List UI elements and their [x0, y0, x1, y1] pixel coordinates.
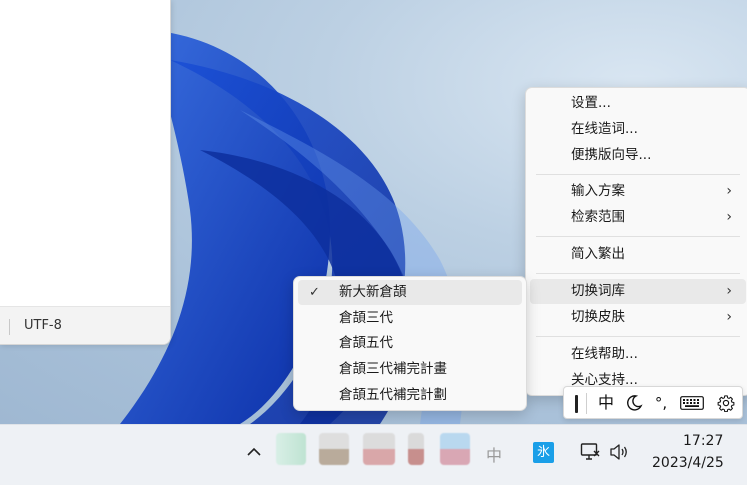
tray-app-icon[interactable]: [276, 433, 306, 465]
menu-item-label: 倉頡三代補完計畫: [339, 361, 447, 377]
menu-item-label: 便携版向导...: [571, 147, 652, 163]
menu-item-portable-wizard[interactable]: 便携版向导...: [530, 143, 746, 168]
clock-time[interactable]: 17:27: [683, 433, 723, 449]
menu-item-label: 切换词库: [571, 283, 625, 299]
chinese-mode-button[interactable]: 中: [594, 390, 618, 416]
menu-separator: [536, 336, 740, 337]
menu-separator: [536, 236, 740, 237]
menu-item-label: 在线造词...: [571, 121, 638, 137]
menu-item-label: 倉頡三代: [339, 310, 393, 326]
keyboard-icon[interactable]: [678, 390, 706, 416]
tray-app-icon[interactable]: [440, 433, 470, 465]
menu-item-search-range[interactable]: 检索范围 ›: [530, 205, 746, 230]
taskbar: 中 氷 17:27 2023/4/25: [0, 424, 747, 485]
menu-item-label: 输入方案: [571, 183, 625, 199]
menu-item-label: 切换皮肤: [571, 309, 625, 325]
ime-context-menu: 设置... 在线造词... 便携版向导... 输入方案 › 检索范围 › 简入繁出 …: [525, 87, 747, 396]
menu-item-online-word[interactable]: 在线造词...: [530, 117, 746, 142]
menu-item-label: 设置...: [571, 95, 611, 111]
show-hidden-icons-button[interactable]: [247, 443, 261, 461]
dictionary-submenu: ✓ 新大新倉頡 倉頡三代 倉頡五代 倉頡三代補完計畫 倉頡五代補完計劃: [293, 276, 527, 411]
tray-app-icon[interactable]: [408, 433, 424, 465]
menu-item-input-scheme[interactable]: 输入方案 ›: [530, 179, 746, 204]
submenu-item-dictionary[interactable]: 倉頡三代: [298, 306, 522, 331]
submenu-item-dictionary[interactable]: 倉頡五代補完計劃: [298, 383, 522, 408]
notepad-window[interactable]: UTF-8: [0, 0, 171, 345]
menu-item-simplified-to-traditional[interactable]: 简入繁出: [530, 242, 746, 267]
volume-icon[interactable]: [609, 443, 631, 465]
menu-item-online-help[interactable]: 在线帮助...: [530, 342, 746, 367]
checkmark-icon: ✓: [309, 285, 320, 300]
status-encoding[interactable]: UTF-8: [24, 318, 62, 333]
chevron-right-icon: ›: [726, 183, 732, 199]
tray-app-icon[interactable]: [363, 433, 395, 465]
ime-toolbar[interactable]: 中 °,: [563, 386, 743, 419]
submenu-item-dictionary[interactable]: 倉頡五代: [298, 331, 522, 356]
punctuation-icon[interactable]: °,: [650, 390, 672, 416]
ime-app-badge[interactable]: 氷: [533, 442, 554, 463]
drag-handle[interactable]: [575, 395, 578, 413]
network-icon[interactable]: [580, 442, 600, 466]
moon-icon[interactable]: [622, 390, 646, 416]
menu-separator: [536, 273, 740, 274]
clock-date[interactable]: 2023/4/25: [652, 455, 724, 471]
tray-app-icon[interactable]: [319, 433, 349, 465]
chevron-right-icon: ›: [726, 309, 732, 325]
submenu-item-dictionary[interactable]: ✓ 新大新倉頡: [298, 280, 522, 305]
menu-item-label: 新大新倉頡: [339, 284, 407, 300]
chevron-right-icon: ›: [726, 209, 732, 225]
menu-item-label: 检索范围: [571, 209, 625, 225]
menu-item-label: 在线帮助...: [571, 346, 638, 362]
menu-item-switch-dictionary[interactable]: 切换词库 ›: [530, 279, 746, 304]
menu-item-switch-skin[interactable]: 切换皮肤 ›: [530, 305, 746, 330]
menu-item-label: 倉頡五代補完計劃: [339, 387, 447, 403]
notepad-status-bar: UTF-8: [0, 306, 170, 344]
menu-item-settings[interactable]: 设置...: [530, 91, 746, 116]
submenu-item-dictionary[interactable]: 倉頡三代補完計畫: [298, 357, 522, 382]
menu-separator: [536, 174, 740, 175]
toolbar-divider: [586, 393, 587, 414]
chevron-right-icon: ›: [726, 283, 732, 299]
menu-item-label: 简入繁出: [571, 246, 625, 262]
settings-icon[interactable]: [714, 390, 738, 416]
status-separator: [9, 319, 10, 335]
ime-indicator[interactable]: 中: [486, 442, 502, 466]
menu-item-label: 倉頡五代: [339, 335, 393, 351]
